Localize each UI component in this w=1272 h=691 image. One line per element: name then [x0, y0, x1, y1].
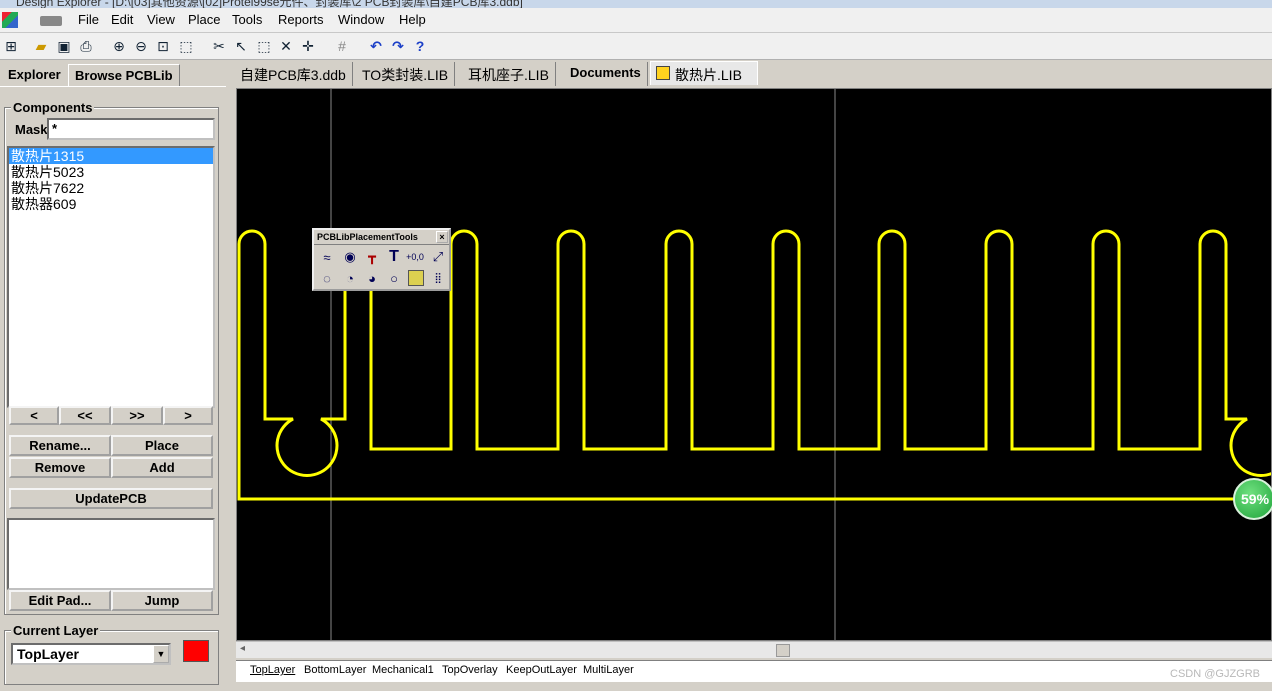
placement-tools-title: PCBLibPlacementTools — [314, 230, 449, 245]
menu-help[interactable]: Help — [399, 12, 426, 27]
layer-tab-toplayer[interactable]: TopLayer — [250, 664, 295, 676]
zoom-area-icon[interactable]: ⬚ — [177, 37, 195, 55]
placement-tools-window[interactable]: PCBLibPlacementTools × ≈ ◉ ┳ T +0,0 ⤢ ◌ … — [312, 228, 451, 291]
place-string-icon[interactable]: T — [386, 248, 402, 265]
scroll-left-icon[interactable]: ◂ — [240, 643, 245, 654]
tab-earphone-lib[interactable]: 耳机座子.LIB — [462, 62, 556, 86]
place-line-icon[interactable]: ≈ — [319, 249, 335, 265]
grid-icon[interactable]: # — [333, 37, 351, 55]
current-layer-title: Current Layer — [11, 623, 101, 638]
horizontal-scrollbar[interactable]: ◂ — [236, 641, 1272, 658]
tab-explorer[interactable]: Explorer — [2, 64, 67, 86]
deselect-icon[interactable]: ✕ — [277, 37, 295, 55]
menu-bar: File Edit View Place Tools Reports Windo… — [0, 8, 1272, 33]
arc-any-icon[interactable]: ◕ — [364, 270, 380, 286]
add-button[interactable]: Add — [111, 457, 213, 478]
layer-tab-multilayer[interactable]: MultiLayer — [583, 664, 634, 676]
select-icon[interactable]: ↖ — [232, 37, 250, 55]
current-layer-select[interactable]: TopLayer ▼ — [11, 643, 171, 665]
list-item[interactable]: 散热片7622 — [9, 180, 213, 196]
select-area-icon[interactable]: ⬚ — [255, 37, 273, 55]
menu-file[interactable]: File — [78, 12, 99, 27]
zoom-indicator: 59% — [1233, 478, 1272, 520]
layer-tabs: TopLayer BottomLayer Mechanical1 TopOver… — [236, 660, 1272, 682]
menu-place[interactable]: Place — [188, 12, 221, 27]
tab-heatsink-lib[interactable]: 散热片.LIB — [650, 61, 758, 85]
list-item[interactable]: 散热片5023 — [9, 164, 213, 180]
edit-pad-button[interactable]: Edit Pad... — [9, 590, 111, 611]
current-layer-value: TopLayer — [17, 646, 79, 662]
remove-button[interactable]: Remove — [9, 457, 111, 478]
pad-list[interactable] — [7, 518, 215, 590]
system-menu-icon[interactable] — [40, 16, 62, 26]
document-tabs: 自建PCB库3.ddb TO类封装.LIB 耳机座子.LIB Documents… — [232, 61, 1272, 86]
tab-heatsink-label: 散热片.LIB — [675, 67, 742, 83]
zoom-out-icon[interactable]: ⊖ — [132, 37, 150, 55]
mask-label: Mask — [15, 122, 48, 137]
redo-icon[interactable]: ↷ — [389, 37, 407, 55]
components-group: Components Mask * 散热片1315 散热片5023 散热片762… — [4, 100, 219, 615]
nav-next-button[interactable]: > — [163, 406, 213, 425]
menu-tools[interactable]: Tools — [232, 12, 262, 27]
main-toolbar: ⊞ ▰ ▣ ⎙ ⊕ ⊖ ⊡ ⬚ ✂ ↖ ⬚ ✕ ✛ # ↶ ↷ ? — [0, 33, 1272, 60]
window-title: Design Explorer - [D:\[03]其他资源\[02]Prote… — [16, 0, 523, 8]
place-dimension-icon[interactable]: ⤢ — [430, 249, 446, 265]
place-button[interactable]: Place — [111, 435, 213, 456]
tab-ddb[interactable]: 自建PCB库3.ddb — [234, 62, 353, 86]
arc-center-icon[interactable]: ◌ — [319, 270, 335, 286]
open-folder-icon[interactable]: ▰ — [32, 37, 50, 55]
nav-first-button[interactable]: << — [59, 406, 111, 425]
close-icon[interactable]: × — [436, 231, 448, 243]
print-icon[interactable]: ⎙ — [77, 37, 95, 55]
component-list[interactable]: 散热片1315 散热片5023 散热片7622 散热器609 — [7, 146, 215, 408]
layer-color-swatch — [183, 640, 209, 662]
scroll-thumb[interactable] — [776, 644, 790, 657]
place-pad-icon[interactable]: ◉ — [342, 249, 358, 265]
watermark: CSDN @GJZGRB — [1170, 668, 1261, 680]
tab-documents[interactable]: Documents — [564, 62, 648, 86]
tab-to-lib[interactable]: TO类封装.LIB — [356, 62, 456, 86]
nav-last-button[interactable]: >> — [111, 406, 163, 425]
help-icon[interactable]: ? — [411, 37, 429, 55]
tab-divider — [0, 86, 226, 87]
rename-button[interactable]: Rename... — [9, 435, 111, 456]
array-paste-icon[interactable]: ⣿ — [430, 270, 446, 286]
mask-input[interactable]: * — [47, 118, 215, 140]
arc-edge-icon[interactable]: ◔ — [342, 270, 358, 286]
save-icon[interactable]: ▣ — [55, 37, 73, 55]
zoom-fit-icon[interactable]: ⊡ — [154, 37, 172, 55]
tree-toggle-icon[interactable]: ⊞ — [2, 37, 20, 55]
undo-icon[interactable]: ↶ — [367, 37, 385, 55]
update-pcb-button[interactable]: UpdatePCB — [9, 488, 213, 509]
place-fill-icon[interactable] — [408, 270, 424, 286]
left-panel: Explorer Browse PCBLib Components Mask *… — [0, 60, 226, 691]
place-coordinate-icon[interactable]: +0,0 — [406, 249, 424, 265]
place-circle-icon[interactable]: ○ — [386, 270, 402, 286]
app-icon[interactable] — [2, 12, 18, 28]
nav-prev-button[interactable]: < — [9, 406, 59, 425]
title-bar: Design Explorer - [D:\[03]其他资源\[02]Prote… — [0, 0, 1272, 8]
layer-tab-keepoutlayer[interactable]: KeepOutLayer — [506, 664, 577, 676]
zoom-in-icon[interactable]: ⊕ — [110, 37, 128, 55]
tab-browse-pcblib[interactable]: Browse PCBLib — [68, 64, 180, 86]
layer-tab-topoverlay[interactable]: TopOverlay — [442, 664, 498, 676]
menu-reports[interactable]: Reports — [278, 12, 324, 27]
footprint-drawing — [237, 89, 1271, 640]
layer-tab-mechanical1[interactable]: Mechanical1 — [372, 664, 434, 676]
jump-button[interactable]: Jump — [111, 590, 213, 611]
list-item[interactable]: 散热片1315 — [9, 148, 213, 164]
place-via-icon[interactable]: ┳ — [364, 249, 380, 265]
components-title: Components — [11, 100, 95, 115]
pcb-canvas[interactable] — [236, 88, 1272, 641]
list-item[interactable]: 散热器609 — [9, 196, 213, 212]
layer-tab-bottomlayer[interactable]: BottomLayer — [304, 664, 366, 676]
library-icon — [656, 66, 670, 80]
move-icon[interactable]: ✛ — [299, 37, 317, 55]
menu-edit[interactable]: Edit — [111, 12, 133, 27]
chevron-down-icon[interactable]: ▼ — [153, 645, 169, 663]
menu-window[interactable]: Window — [338, 12, 384, 27]
cut-icon[interactable]: ✂ — [210, 37, 228, 55]
menu-view[interactable]: View — [147, 12, 175, 27]
